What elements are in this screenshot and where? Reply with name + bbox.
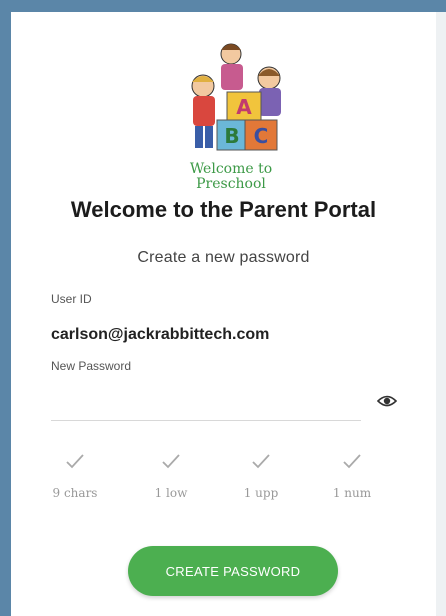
rule-uppercase: 1 upp bbox=[221, 452, 301, 500]
check-icon bbox=[252, 454, 270, 469]
logo-caption-line2: Preschool bbox=[196, 176, 266, 192]
rule-label: 1 num bbox=[332, 486, 372, 500]
kids-blocks-illustration: A B C bbox=[191, 43, 281, 151]
logo-caption-line1: Welcome to bbox=[189, 161, 273, 177]
new-password-input[interactable] bbox=[51, 390, 361, 421]
block-a: A bbox=[236, 95, 252, 119]
login-card: A B C Welcome to Preschool Welcome to th… bbox=[11, 12, 436, 616]
rule-label: 1 upp bbox=[243, 486, 279, 500]
rule-label: 9 chars bbox=[52, 486, 98, 500]
password-label: New Password bbox=[51, 359, 132, 373]
page-title: Welcome to the Parent Portal bbox=[70, 197, 377, 222]
block-c: C bbox=[254, 124, 269, 148]
show-password-eye-icon[interactable] bbox=[377, 394, 397, 408]
check-icon bbox=[162, 454, 180, 469]
check-icon bbox=[66, 454, 84, 469]
rule-label: 1 low bbox=[154, 486, 188, 500]
rule-length: 9 chars bbox=[35, 452, 115, 500]
background-panel-edge bbox=[436, 12, 446, 616]
page-subtitle: Create a new password bbox=[137, 249, 310, 266]
userid-label: User ID bbox=[51, 292, 92, 306]
rule-lowercase: 1 low bbox=[131, 452, 211, 500]
userid-value: carlson@jackrabbittech.com bbox=[51, 326, 270, 343]
preschool-logo: A B C Welcome to Preschool bbox=[165, 34, 297, 198]
rule-number: 1 num bbox=[312, 452, 392, 500]
create-password-button[interactable]: CREATE PASSWORD bbox=[128, 546, 338, 596]
check-icon bbox=[343, 454, 361, 469]
block-b: B bbox=[224, 124, 239, 148]
